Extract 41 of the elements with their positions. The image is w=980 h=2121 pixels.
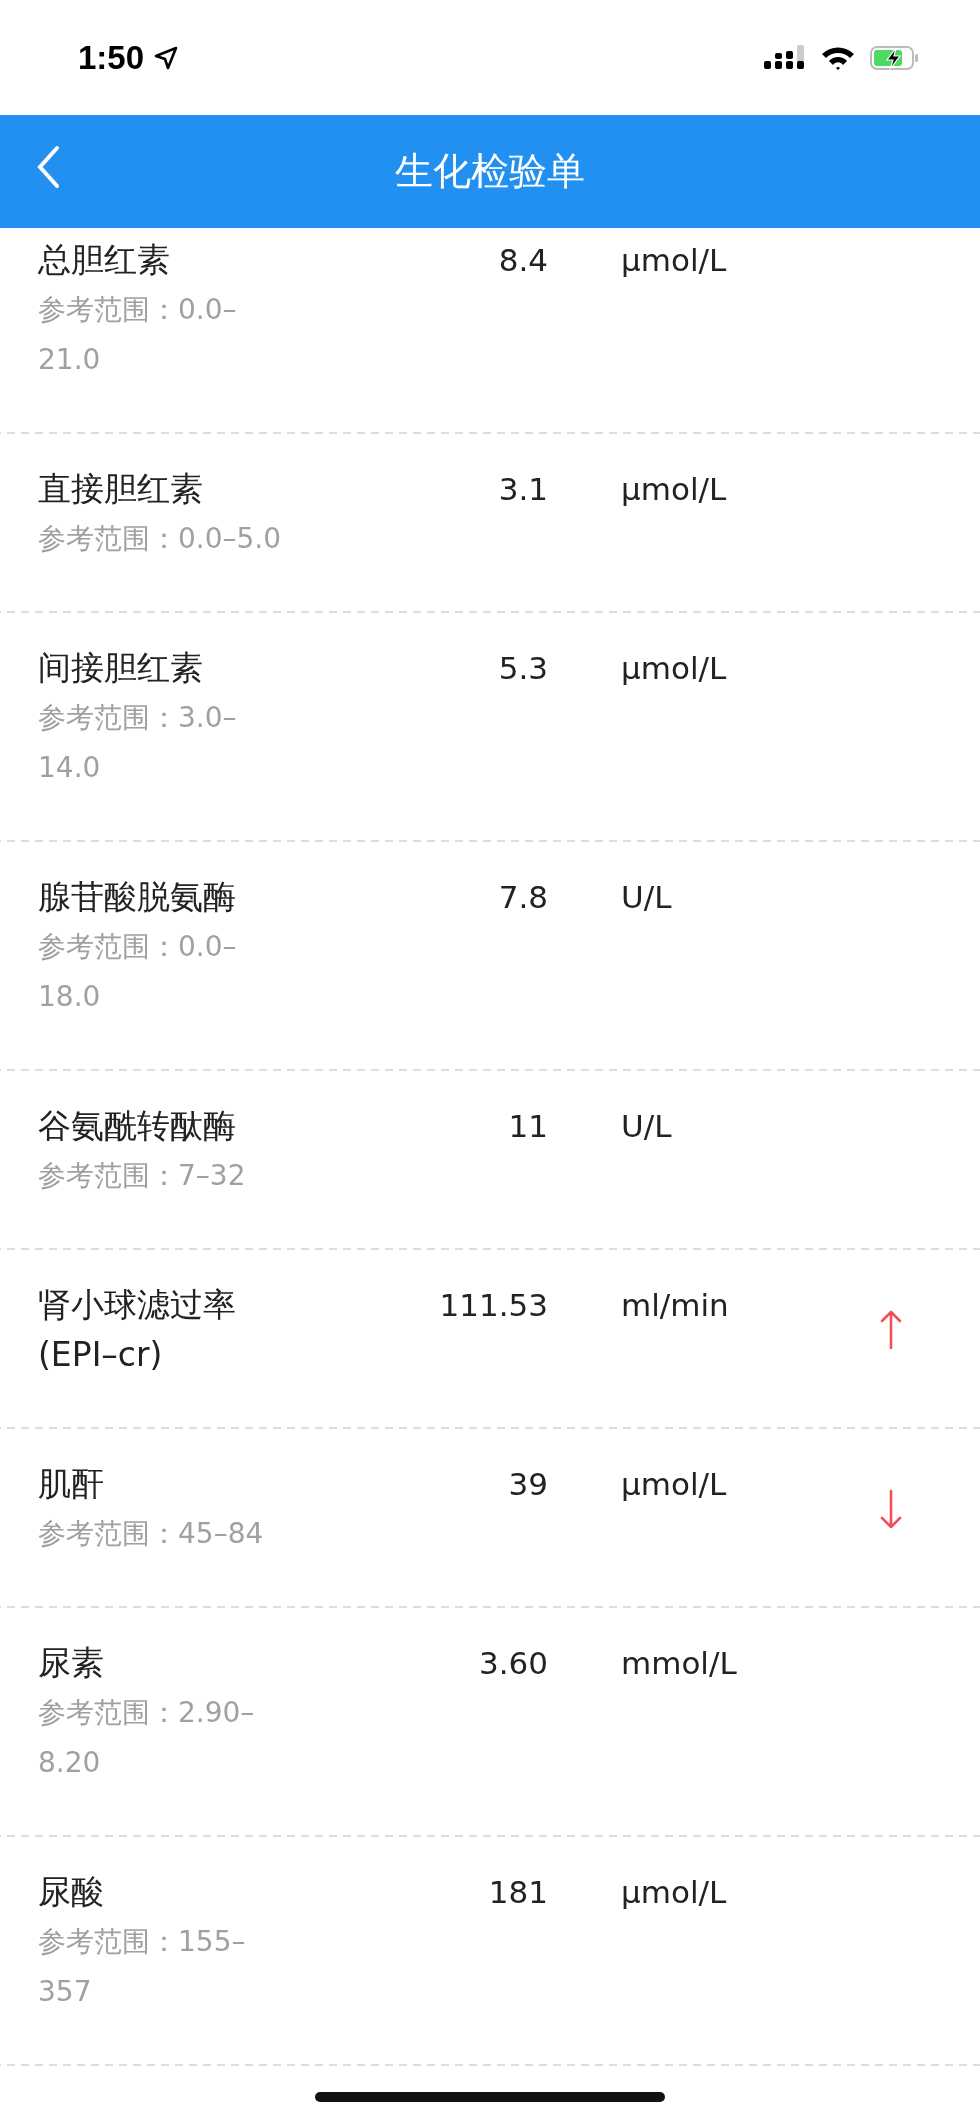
test-unit: μmol/L — [621, 241, 728, 280]
test-value: 3.60 — [477, 1644, 548, 1683]
test-name: 腺苷酸脱氨酶 — [38, 876, 237, 918]
test-name: 总胆红素 — [38, 239, 171, 281]
test-name: 尿素 — [38, 1642, 105, 1684]
test-name: 肌酐 — [38, 1463, 105, 1505]
page-title: 生化检验单 — [395, 148, 585, 195]
test-unit: mmol/L — [621, 1644, 738, 1683]
reference-range: 参考范围：155–357 — [38, 1924, 247, 2010]
reference-range: 参考范围：7–32 — [38, 1158, 247, 1194]
reference-range: 参考范围：0.0–18.0 — [38, 929, 238, 1015]
test-value: 39 — [507, 1465, 548, 1504]
test-value: 7.8 — [497, 878, 548, 917]
test-value: 3.1 — [497, 470, 548, 509]
signal-icon — [764, 44, 806, 71]
reference-range: 参考范围：3.0–14.0 — [38, 700, 238, 786]
test-value: 111.53 — [438, 1286, 548, 1325]
test-unit: U/L — [621, 878, 673, 917]
test-name: 间接胆红素 — [38, 647, 204, 689]
test-unit: μmol/L — [621, 470, 728, 509]
test-value: 5.3 — [497, 649, 548, 688]
test-unit: μmol/L — [621, 1873, 728, 1912]
test-name: 尿酸 — [38, 1871, 105, 1913]
test-value: 11 — [507, 1107, 548, 1146]
test-unit: ml/min — [621, 1286, 730, 1325]
test-unit: U/L — [621, 1107, 673, 1146]
test-name: 直接胆红素 — [38, 468, 204, 510]
reference-range: 参考范围：0.0–5.0 — [38, 521, 283, 557]
reference-range: 参考范围：45–84 — [38, 1516, 265, 1552]
reference-range: 参考范围：2.90–8.20 — [38, 1695, 256, 1781]
test-unit: μmol/L — [621, 1465, 728, 1504]
back-icon — [36, 145, 60, 189]
location-icon — [154, 45, 179, 70]
test-name: 谷氨酰转酞酶 — [38, 1105, 237, 1147]
test-value: 8.4 — [497, 241, 548, 280]
test-name: 肾小球滤过率(EPI–cr) — [38, 1284, 237, 1376]
test-unit: μmol/L — [621, 649, 728, 688]
clock-time: 1:50 — [78, 38, 145, 77]
reference-range: 参考范围：0.0–21.0 — [38, 292, 238, 378]
battery-charging-icon — [870, 44, 920, 71]
test-value: 181 — [487, 1873, 548, 1912]
